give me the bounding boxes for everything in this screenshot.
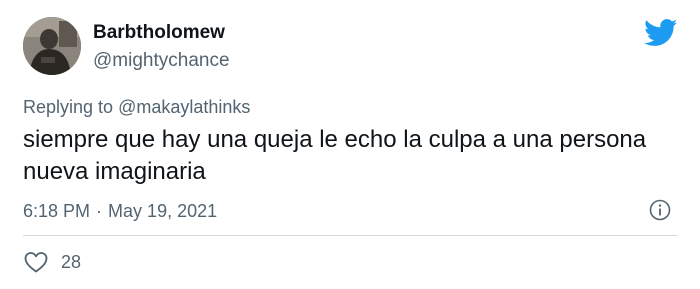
user-block: Barbtholomew @mightychance: [93, 22, 230, 73]
meta-separator: ·: [96, 201, 103, 221]
replying-to-label: Replying to: [23, 97, 114, 117]
user-handle[interactable]: @mightychance: [93, 49, 230, 73]
heart-icon[interactable]: [23, 250, 49, 274]
like-count: 28: [61, 252, 82, 272]
tweet-date: May 19, 2021: [108, 201, 218, 221]
display-name[interactable]: Barbtholomew: [93, 22, 230, 44]
avatar[interactable]: [23, 17, 81, 75]
tweet-timestamp[interactable]: 6:18 PM · May 19, 2021: [23, 200, 217, 222]
replying-to: Replying to @makaylathinks: [23, 96, 250, 118]
tweet-text: siempre que hay una queja le echo la cul…: [23, 126, 647, 185]
tweet-actions: 28: [23, 250, 81, 274]
divider: [23, 235, 678, 236]
info-icon[interactable]: [649, 199, 671, 221]
twitter-bird-icon[interactable]: [644, 19, 678, 47]
reply-mention-link[interactable]: @makaylathinks: [118, 97, 250, 117]
tweet-time: 6:18 PM: [23, 201, 91, 221]
tweet-card: Barbtholomew @mightychance Replying to @…: [0, 0, 700, 289]
